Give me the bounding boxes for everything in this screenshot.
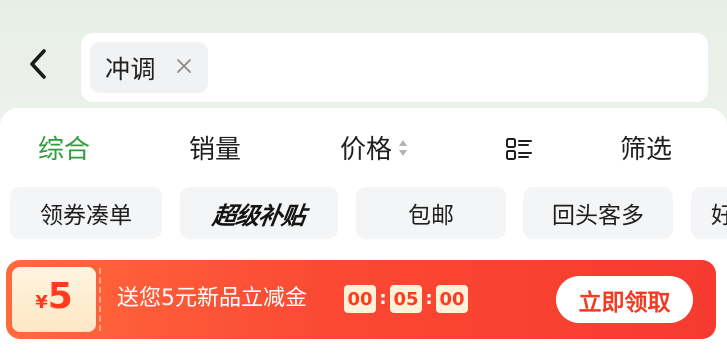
countdown-minutes: 05 <box>390 285 422 313</box>
coupon-description: 送您5元新品立减金 <box>117 286 307 311</box>
results-panel: 综合 销量 价格 筛选 领券凑单 超级补贴 包邮 回头客多 好 ¥ 5 送您5元… <box>0 108 727 353</box>
coupon-currency: ¥ <box>35 292 48 313</box>
super-subsidy-logo: 超级补贴 <box>210 201 307 230</box>
countdown-separator: : <box>425 288 433 309</box>
search-box[interactable]: 冲调 <box>81 33 708 102</box>
countdown-hours: 00 <box>344 285 376 313</box>
coupon-value: ¥ 5 <box>12 267 99 332</box>
filter-chip-coupon[interactable]: 领券凑单 <box>10 187 162 239</box>
query-chip[interactable]: 冲调 <box>90 42 208 93</box>
coupon-divider <box>99 268 103 331</box>
back-button[interactable] <box>18 46 58 86</box>
coupon-banner[interactable]: ¥ 5 送您5元新品立减金 00 : 05 : 00 立即领取 <box>6 260 716 339</box>
filter-chip-partial[interactable]: 好 <box>691 187 727 239</box>
tab-comprehensive[interactable]: 综合 <box>38 130 90 170</box>
chevron-left-icon <box>27 47 49 85</box>
tab-sales[interactable]: 销量 <box>189 130 241 170</box>
claim-coupon-button[interactable]: 立即领取 <box>556 276 693 323</box>
countdown-separator: : <box>379 288 387 309</box>
query-chip-label: 冲调 <box>105 54 157 84</box>
filter-chip-free-shipping[interactable]: 包邮 <box>356 187 506 239</box>
countdown-seconds: 00 <box>436 285 468 313</box>
clear-query-button[interactable] <box>172 56 196 80</box>
layout-toggle-button[interactable] <box>504 134 534 164</box>
coupon-amount: 5 <box>47 276 73 317</box>
countdown-timer: 00 : 05 : 00 <box>344 284 468 314</box>
filter-chip-repeat-customers[interactable]: 回头客多 <box>523 187 673 239</box>
list-grid-icon <box>504 138 534 168</box>
tab-price-label: 价格 <box>340 135 393 165</box>
tab-price[interactable]: 价格 <box>340 130 408 170</box>
sort-arrows-icon <box>398 129 408 169</box>
top-bar: 冲调 <box>0 0 727 108</box>
filter-chip-super-subsidy[interactable]: 超级补贴 <box>180 187 338 239</box>
close-icon <box>176 58 192 78</box>
tab-filter[interactable]: 筛选 <box>620 130 672 170</box>
